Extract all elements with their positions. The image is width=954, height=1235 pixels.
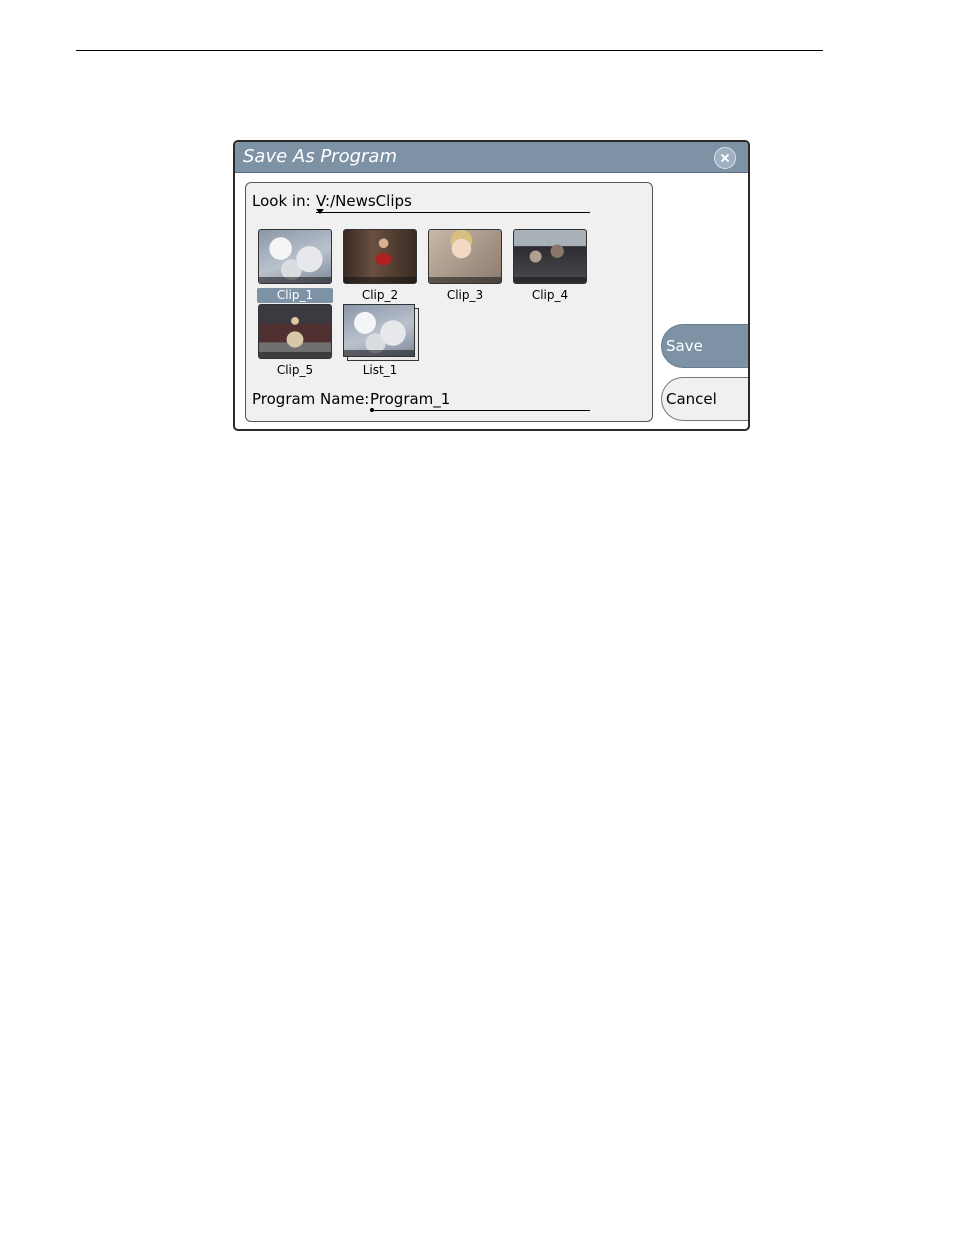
clip-thumbnail (428, 229, 502, 284)
clip-thumbnail (258, 229, 332, 284)
save-as-program-dialog: Save As Program Look in: V:/NewsClips Cl… (233, 140, 750, 431)
close-icon[interactable] (714, 147, 736, 169)
text-caret (370, 408, 374, 412)
cancel-button[interactable]: Cancel (661, 377, 748, 421)
list-label: List_1 (362, 363, 398, 377)
clip-item-2[interactable]: Clip_2 (341, 229, 419, 303)
program-name-label: Program Name: (252, 390, 370, 408)
clip-label: Clip_3 (446, 288, 484, 302)
list-thumbnail (343, 304, 419, 361)
clip-item-5[interactable]: Clip_5 (256, 304, 334, 378)
chevron-down-icon[interactable] (316, 209, 324, 214)
dialog-title: Save As Program (243, 146, 397, 167)
clip-thumbnail (258, 304, 332, 359)
clip-thumbnail (513, 229, 587, 284)
list-item-1[interactable]: List_1 (341, 304, 419, 378)
dialog-titlebar: Save As Program (235, 142, 748, 173)
clip-label: Clip_4 (531, 288, 569, 302)
clip-label: Clip_2 (361, 288, 399, 302)
save-button[interactable]: Save (661, 324, 748, 368)
file-browser-panel: Look in: V:/NewsClips Clip_1 Clip_2 Clip… (245, 182, 653, 422)
clip-label: Clip_5 (276, 363, 314, 377)
page-top-rule (76, 50, 823, 51)
clip-label: Clip_1 (256, 288, 334, 303)
look-in-label: Look in: (252, 192, 311, 210)
program-name-input[interactable]: Program_1 (370, 390, 590, 411)
clip-item-1[interactable]: Clip_1 (256, 229, 334, 303)
clip-thumbnail (343, 229, 417, 284)
look-in-path-field[interactable]: V:/NewsClips (316, 192, 590, 213)
clip-item-4[interactable]: Clip_4 (511, 229, 589, 303)
clip-item-3[interactable]: Clip_3 (426, 229, 504, 303)
